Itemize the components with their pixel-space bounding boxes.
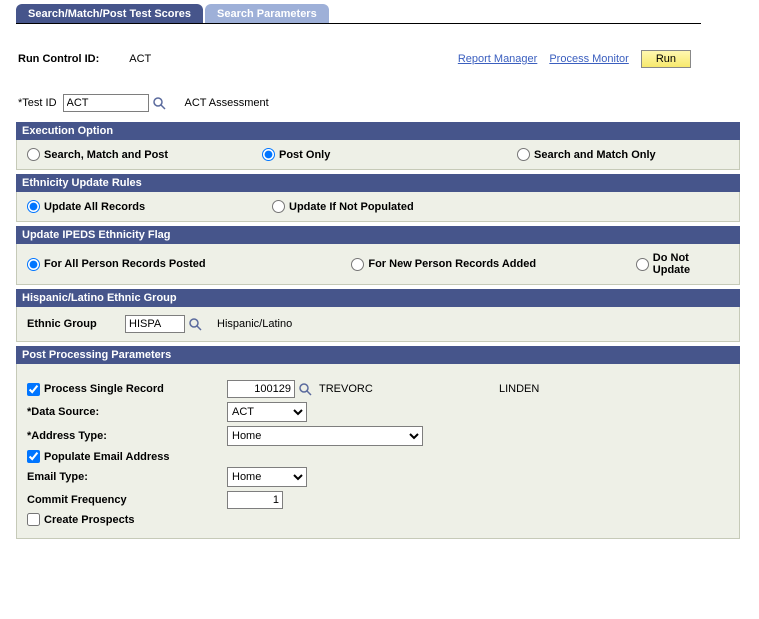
commit-frequency-input[interactable] (227, 491, 283, 509)
post-params-header: Post Processing Parameters (16, 346, 740, 364)
hisp-header: Hispanic/Latino Ethnic Group (16, 289, 740, 307)
process-monitor-link[interactable]: Process Monitor (549, 53, 628, 65)
exec-search-match-post-label: Search, Match and Post (44, 149, 168, 161)
create-prospects-checkbox[interactable] (27, 513, 40, 526)
email-type-label: Email Type: (27, 471, 227, 483)
exec-search-match-only-label: Search and Match Only (534, 149, 656, 161)
data-source-label: *Data Source: (27, 406, 227, 418)
ipeds-header: Update IPEDS Ethnicity Flag (16, 226, 740, 244)
report-manager-link[interactable]: Report Manager (458, 53, 538, 65)
post-params-body: Process Single Record TREVORC LINDEN *Da… (16, 364, 740, 539)
exec-option-body: Search, Match and Post Post Only Search … (16, 140, 740, 170)
lookup-icon[interactable] (297, 381, 313, 397)
run-control-value: ACT (129, 53, 151, 65)
test-id-row: *Test ID ACT Assessment (18, 94, 743, 112)
eth-update-all-label: Update All Records (44, 201, 145, 213)
ipeds-all-posted-radio[interactable] (27, 258, 40, 271)
ipeds-do-not-update-label: Do Not Update (653, 252, 729, 276)
tab-search-match-post[interactable]: Search/Match/Post Test Scores (16, 4, 203, 23)
eth-update-all-radio[interactable] (27, 200, 40, 213)
address-type-select[interactable]: Home (227, 426, 423, 446)
ipeds-new-added-label: For New Person Records Added (368, 258, 536, 270)
eth-rules-body: Update All Records Update If Not Populat… (16, 192, 740, 222)
ipeds-do-not-update-radio[interactable] (636, 258, 649, 271)
test-id-desc: ACT Assessment (185, 97, 269, 109)
eth-update-if-not-populated-label: Update If Not Populated (289, 201, 414, 213)
run-control-row: Run Control ID: ACT Report Manager Proce… (18, 50, 743, 68)
test-id-label: *Test ID (18, 97, 57, 109)
email-type-select[interactable]: Home (227, 467, 307, 487)
exec-post-only-label: Post Only (279, 149, 330, 161)
ethnic-group-desc: Hispanic/Latino (217, 318, 292, 330)
exec-post-only-radio[interactable] (262, 148, 275, 161)
data-source-select[interactable]: ACT (227, 402, 307, 422)
exec-search-match-post-radio[interactable] (27, 148, 40, 161)
run-control-label: Run Control ID: (18, 53, 99, 65)
process-single-record-checkbox[interactable] (27, 383, 40, 396)
address-type-label: *Address Type: (27, 430, 227, 442)
person-first-name: TREVORC (319, 383, 499, 395)
person-last-name: LINDEN (499, 383, 539, 395)
eth-update-if-not-populated-radio[interactable] (272, 200, 285, 213)
exec-option-header: Execution Option (16, 122, 740, 140)
exec-search-match-only-radio[interactable] (517, 148, 530, 161)
ethnic-group-label: Ethnic Group (27, 318, 125, 330)
create-prospects-label: Create Prospects (44, 514, 135, 526)
tab-search-parameters[interactable]: Search Parameters (205, 4, 329, 23)
ipeds-all-posted-label: For All Person Records Posted (44, 258, 206, 270)
ipeds-new-added-radio[interactable] (351, 258, 364, 271)
test-id-input[interactable] (63, 94, 149, 112)
ipeds-body: For All Person Records Posted For New Pe… (16, 244, 740, 285)
populate-email-label: Populate Email Address (44, 451, 170, 463)
eth-rules-header: Ethnicity Update Rules (16, 174, 740, 192)
run-button[interactable]: Run (641, 50, 691, 68)
lookup-icon[interactable] (151, 95, 167, 111)
ethnic-group-input[interactable] (125, 315, 185, 333)
person-id-input[interactable] (227, 380, 295, 398)
commit-frequency-label: Commit Frequency (27, 494, 227, 506)
populate-email-checkbox[interactable] (27, 450, 40, 463)
tab-bar: Search/Match/Post Test Scores Search Par… (16, 4, 701, 24)
lookup-icon[interactable] (187, 316, 203, 332)
process-single-record-label: Process Single Record (44, 383, 164, 395)
hisp-body: Ethnic Group Hispanic/Latino (16, 307, 740, 342)
